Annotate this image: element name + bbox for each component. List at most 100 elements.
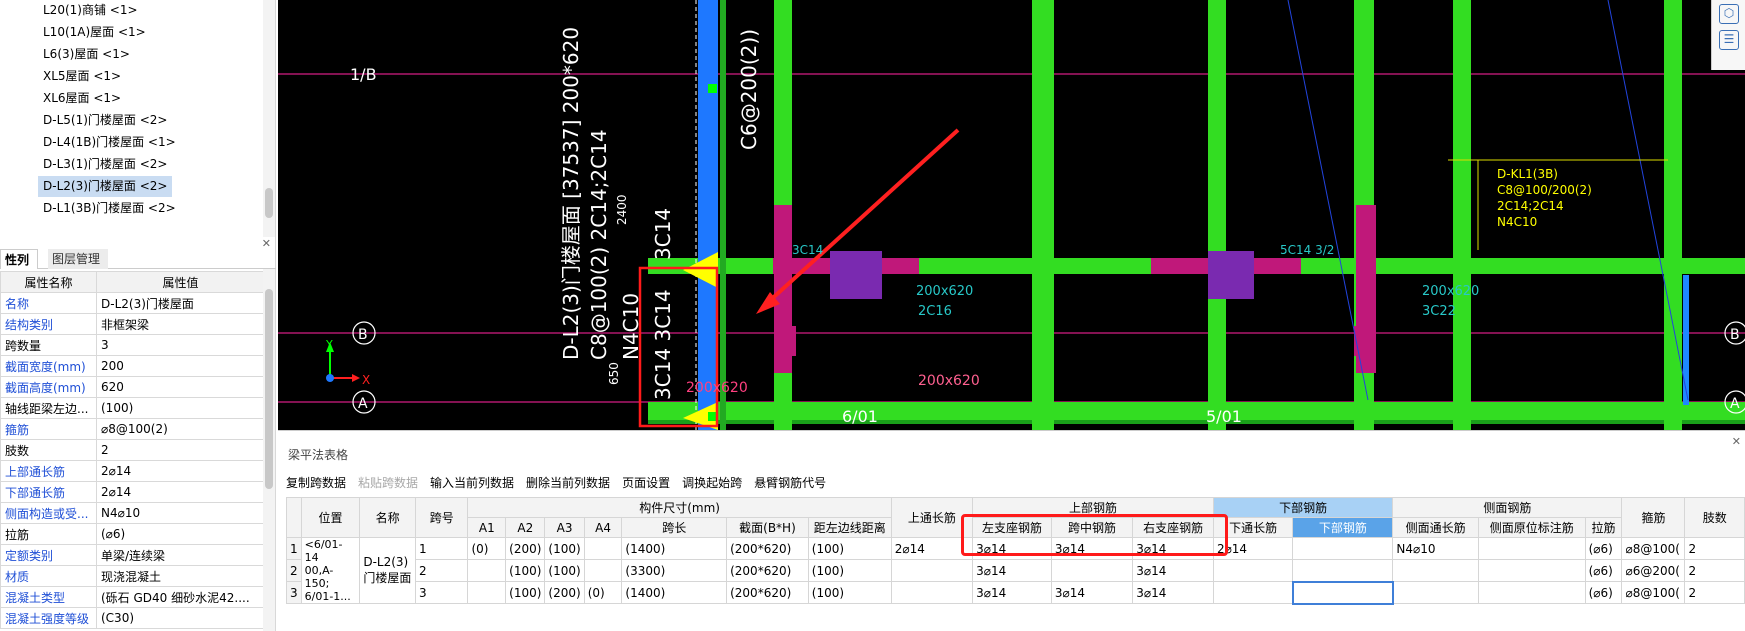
cell-a3[interactable]: (100) <box>544 559 585 582</box>
cell-bot[interactable] <box>1292 537 1394 560</box>
cell-len[interactable]: (1400) <box>621 537 728 560</box>
property-value[interactable]: 200 <box>96 355 265 377</box>
property-row[interactable]: 结构类别 非框架梁 <box>0 313 265 335</box>
property-value[interactable]: 单梁/连续梁 <box>96 544 265 566</box>
cell-side_orig[interactable] <box>1477 537 1586 560</box>
cell-sec[interactable]: (200*620) <box>726 559 809 582</box>
cell-a3[interactable]: (200) <box>544 581 585 604</box>
cell-bot[interactable] <box>1291 580 1394 605</box>
cell-dist[interactable]: (100) <box>807 559 892 582</box>
tree-item[interactable]: L20(1)商铺 <1> <box>38 0 143 21</box>
toolbar-button[interactable]: 输入当前列数据 <box>430 474 514 491</box>
cell-a2[interactable]: (200) <box>505 537 546 560</box>
position-cell[interactable]: <6/01-14 00,A-150; 6/01-1... <box>300 537 361 604</box>
cell-a2[interactable]: (100) <box>505 559 546 582</box>
toolbar-button[interactable]: 复制跨数据 <box>286 474 346 491</box>
cell-a2[interactable]: (100) <box>505 581 546 604</box>
cad-drawing-canvas[interactable]: 1/B B A B A 6/01 5/01 Y X D-L2(3)门楼屋面 [3… <box>278 0 1745 430</box>
tree-scrollbar[interactable] <box>263 0 275 237</box>
row-number[interactable]: 1 <box>286 537 302 560</box>
cell-span[interactable]: 1 <box>414 537 469 560</box>
cell-legs[interactable]: 2 <box>1684 537 1745 560</box>
toolbar-button[interactable]: 调换起始跨 <box>682 474 742 491</box>
property-row[interactable]: 混凝土类型 (砾石 GD40 细砂水泥42.... <box>0 586 265 608</box>
cell-mid[interactable] <box>1050 559 1134 582</box>
cell-a4[interactable] <box>583 559 623 582</box>
tree-item[interactable]: D-L5(1)门楼屋面 <2> <box>38 110 172 131</box>
cell-legs[interactable]: 2 <box>1684 559 1745 582</box>
property-row[interactable]: 截面宽度(mm) 200 <box>0 355 265 377</box>
cell-stirrup[interactable]: ⌀6@200( <box>1621 559 1686 582</box>
cell-len[interactable]: (3300) <box>621 559 728 582</box>
property-row[interactable]: 箍筋 ⌀8@100(2) <box>0 418 265 440</box>
cell-a1[interactable] <box>467 581 507 604</box>
property-row[interactable]: 轴线距梁左边... (100) <box>0 397 265 419</box>
property-value[interactable]: 2 <box>96 439 265 461</box>
tab-property-list[interactable]: 性列表 <box>0 249 38 287</box>
property-value[interactable]: 非框架梁 <box>96 313 265 335</box>
property-value[interactable]: ⌀8@100(2) <box>96 418 265 440</box>
property-scroll-thumb[interactable] <box>265 289 273 489</box>
property-value[interactable]: (C30) <box>96 607 265 629</box>
property-row[interactable]: 定额类别 单梁/连续梁 <box>0 544 265 566</box>
toolbar-button[interactable]: 页面设置 <box>622 474 670 491</box>
cell-side_orig[interactable] <box>1477 581 1586 604</box>
property-value[interactable]: D-L2(3)门楼屋面 <box>96 292 265 314</box>
cell-side_long[interactable]: N4⌀10 <box>1392 537 1479 560</box>
property-row[interactable]: 跨数量 3 <box>0 334 265 356</box>
name-cell[interactable]: D-L2(3)门楼屋面 <box>359 537 416 604</box>
property-value[interactable]: 2⌀14 <box>96 460 265 482</box>
tree-item[interactable]: D-L4(1B)门楼屋面 <1> <box>38 132 181 153</box>
cell-bot_long[interactable] <box>1212 559 1294 582</box>
cell-legs[interactable]: 2 <box>1684 581 1745 604</box>
cell-side_long[interactable] <box>1392 559 1479 582</box>
tree-item[interactable]: XL5屋面 <1> <box>38 66 126 87</box>
cell-sec[interactable]: (200*620) <box>726 581 809 604</box>
cell-bot[interactable] <box>1292 559 1394 582</box>
cell-dist[interactable]: (100) <box>807 537 892 560</box>
property-row[interactable]: 侧面构造或受... N4⌀10 <box>0 502 265 524</box>
cell-left[interactable]: 3⌀14 <box>972 581 1052 604</box>
tree-item[interactable]: D-L1(3B)门楼屋面 <2> <box>38 198 181 219</box>
property-row[interactable]: 下部通长筋 2⌀14 <box>0 481 265 503</box>
property-row[interactable]: 材质 现浇混凝土 <box>0 565 265 587</box>
property-row[interactable]: 混凝土强度等级 (C30) <box>0 607 265 629</box>
toolbar-button[interactable]: 粘贴跨数据 <box>358 474 418 491</box>
property-row[interactable]: 肢数 2 <box>0 439 265 461</box>
cell-tie[interactable]: (⌀6) <box>1584 537 1623 560</box>
property-value[interactable]: (⌀6) <box>96 523 265 545</box>
cell-tie[interactable]: (⌀6) <box>1584 581 1623 604</box>
property-value[interactable]: (砾石 GD40 细砂水泥42.... <box>96 586 265 608</box>
cell-top_long[interactable] <box>890 559 974 582</box>
tree-item[interactable]: D-L3(1)门楼屋面 <2> <box>38 154 172 175</box>
cell-tie[interactable]: (⌀6) <box>1584 559 1623 582</box>
cell-a4[interactable] <box>583 537 623 560</box>
table-row[interactable]: 2 2 (100) (100) (3300) (200*620) (100) 3⌀14 3⌀14… <box>286 559 1745 582</box>
tree-item[interactable]: L6(3)屋面 <1> <box>38 44 135 65</box>
cell-a4[interactable]: (0) <box>583 581 623 604</box>
property-row[interactable]: 截面高度(mm) 620 <box>0 376 265 398</box>
toolbar-button[interactable]: 悬臂钢筋代号 <box>754 474 826 491</box>
property-value[interactable]: N4⌀10 <box>96 502 265 524</box>
cell-top_long[interactable] <box>890 581 974 604</box>
cell-a3[interactable]: (100) <box>544 537 585 560</box>
property-row[interactable]: 上部通长筋 2⌀14 <box>0 460 265 482</box>
cell-len[interactable]: (1400) <box>621 581 728 604</box>
tree-item-selected[interactable]: D-L2(3)门楼屋面 <2> <box>38 176 173 197</box>
tree-item[interactable]: L10(1A)屋面 <1> <box>38 22 151 43</box>
tab-layer-management[interactable]: 图层管理 <box>48 249 108 269</box>
close-icon[interactable]: ✕ <box>1732 435 1741 448</box>
property-row[interactable]: 拉筋 (⌀6) <box>0 523 265 545</box>
property-value[interactable]: 2⌀14 <box>96 481 265 503</box>
property-value[interactable]: 620 <box>96 376 265 398</box>
cell-sec[interactable]: (200*620) <box>726 537 809 560</box>
cell-bot_long[interactable] <box>1212 581 1294 604</box>
property-row[interactable]: 名称 D-L2(3)门楼屋面 <box>0 292 265 314</box>
property-value[interactable]: 现浇混凝土 <box>96 565 265 587</box>
property-value[interactable]: (100) <box>96 397 265 419</box>
list-icon[interactable]: ☰ <box>1719 30 1739 50</box>
cell-side_long[interactable] <box>1392 581 1479 604</box>
cell-left[interactable]: 3⌀14 <box>972 559 1052 582</box>
cell-right[interactable]: 3⌀14 <box>1132 559 1214 582</box>
cube-icon[interactable]: ⬡ <box>1719 4 1739 24</box>
